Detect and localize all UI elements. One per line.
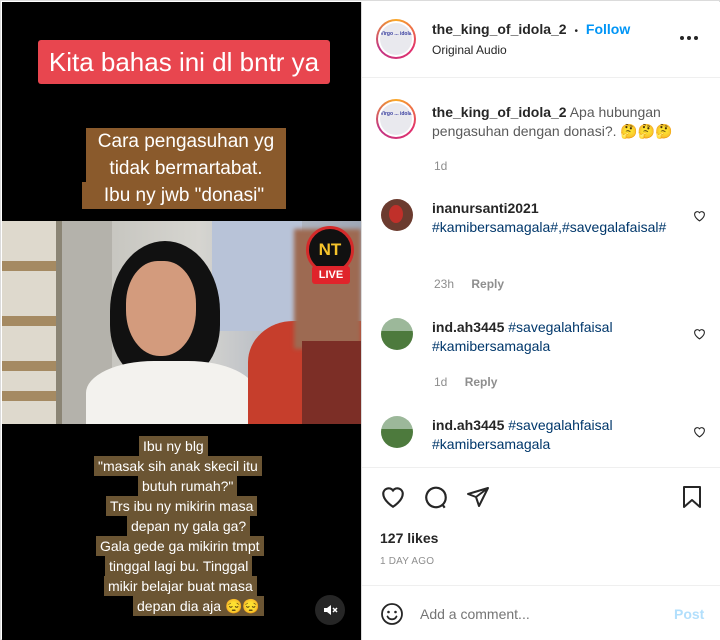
comment-username[interactable]: ind.ah3445 — [432, 319, 504, 335]
video-caption-bottom-1: Ibu ny blg — [139, 436, 208, 456]
header-separator: • — [574, 26, 578, 37]
mute-button[interactable] — [315, 595, 345, 625]
live-badge: NT LIVE — [306, 226, 358, 292]
caption-emoji: 🤔🤔🤔 — [620, 123, 673, 139]
post-details-panel: Virgo ... idola the_king_of_idola_2 • Fo… — [361, 2, 720, 640]
comment-avatar[interactable] — [381, 318, 413, 350]
video-player[interactable]: Kita bahas ini dl bntr ya Cara pengasuha… — [2, 2, 361, 640]
video-caption-bottom-7: tinggal lagi bu. Tinggal — [105, 556, 253, 576]
video-caption-mid-1: Cara pengasuhan yg — [86, 128, 286, 155]
live-label: LIVE — [312, 266, 350, 284]
comment-composer: Post — [362, 585, 720, 640]
video-caption-bottom-6: Gala gede ga mikirin tmpt — [96, 536, 264, 556]
caption-author-avatar[interactable]: Virgo ... idola — [376, 99, 416, 139]
post-header: Virgo ... idola the_king_of_idola_2 • Fo… — [362, 2, 720, 78]
post-caption: the_king_of_idola_2 Apa hubungan pengasu… — [432, 103, 702, 141]
comment-meta: 23h Reply — [434, 277, 504, 291]
comment-avatar[interactable] — [381, 199, 413, 231]
comment-like-heart-icon[interactable] — [693, 328, 706, 340]
comment-body: inanursanti2021 #kamibersamagala#,#saveg… — [432, 199, 677, 237]
video-caption-bottom-9: depan dia aja 😔😔 — [133, 596, 264, 616]
share-paper-plane-icon[interactable] — [466, 485, 490, 509]
comment-username[interactable]: ind.ah3445 — [432, 417, 504, 433]
video-caption-mid-3: Ibu ny jwb "donasi" — [82, 182, 286, 209]
comment-like-heart-icon[interactable] — [693, 426, 706, 438]
comment-body: ind.ah3445 #savegalahfaisal #kamibersama… — [432, 318, 677, 356]
video-caption-bottom-4: Trs ibu ny mikirin masa — [106, 496, 258, 516]
comment-reply-button[interactable]: Reply — [465, 375, 498, 389]
save-bookmark-icon[interactable] — [682, 485, 702, 509]
video-caption-mid-2: tidak bermartabat. — [86, 155, 286, 182]
comment-text[interactable]: #kamibersamagala#,#savegalafaisal# — [432, 218, 677, 237]
caption-time: 1d — [434, 159, 448, 173]
more-options-icon[interactable] — [680, 30, 704, 46]
video-caption-top: Kita bahas ini dl bntr ya — [38, 40, 330, 84]
comment-bubble-icon[interactable] — [423, 485, 449, 511]
smiley-icon[interactable] — [380, 602, 404, 626]
post-modal: Kita bahas ini dl bntr ya Cara pengasuha… — [0, 0, 720, 640]
comment-time: 23h — [434, 277, 455, 291]
comment-time: 1d — [434, 375, 448, 389]
author-username[interactable]: the_king_of_idola_2 — [432, 21, 567, 37]
like-heart-icon[interactable] — [380, 485, 406, 509]
comment-like-heart-icon[interactable] — [693, 210, 706, 222]
comment-body: ind.ah3445 #savegalahfaisal #kamibersama… — [432, 416, 677, 454]
audio-link[interactable]: Original Audio — [432, 43, 507, 57]
post-actions: 127 likes 1 DAY AGO — [362, 467, 720, 585]
comment-username[interactable]: inanursanti2021 — [432, 199, 677, 218]
comment-reply-button[interactable]: Reply — [471, 277, 504, 291]
video-caption-bottom-3: butuh rumah?" — [138, 476, 238, 496]
comment-meta: 1d Reply — [434, 375, 497, 389]
video-caption-bottom-5: depan ny gala ga? — [127, 516, 251, 536]
video-caption-bottom-8: mikir belajar buat masa — [104, 576, 257, 596]
comment-avatar[interactable] — [381, 416, 413, 448]
video-caption-bottom-2: "masak sih anak skecil itu — [94, 456, 262, 476]
author-avatar[interactable]: Virgo ... idola — [376, 19, 416, 59]
follow-button[interactable]: Follow — [586, 21, 630, 37]
post-date: 1 DAY AGO — [380, 556, 435, 567]
speaker-muted-icon — [324, 605, 338, 615]
likes-count[interactable]: 127 likes — [380, 530, 438, 546]
comment-input[interactable] — [420, 600, 660, 628]
post-comment-button[interactable]: Post — [674, 606, 704, 622]
caption-username[interactable]: the_king_of_idola_2 — [432, 104, 567, 120]
